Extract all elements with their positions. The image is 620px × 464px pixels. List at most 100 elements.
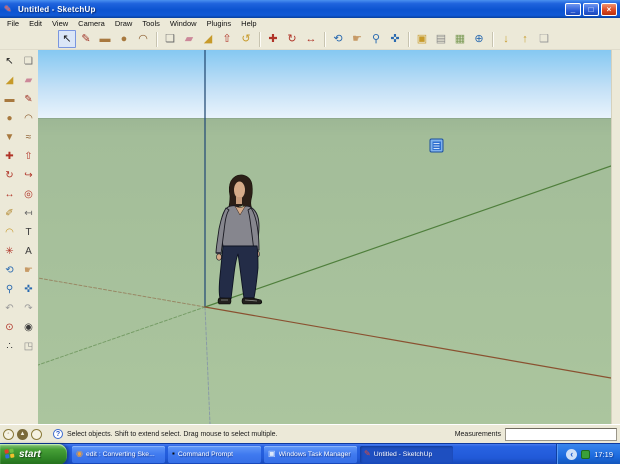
follow-me-tool[interactable]: ↪ [20,167,37,184]
move-tool[interactable]: ✚ [1,148,18,165]
component-box-tool[interactable]: ❑ [535,30,553,48]
task-untitled-sketchup[interactable]: ✎ Untitled - SketchUp [360,446,453,463]
minimize-button[interactable]: _ [565,3,581,16]
status-claim-icon[interactable] [31,429,42,440]
share-models-tool[interactable]: ↑ [516,30,534,48]
preview-google-earth-tool[interactable]: ⊕ [470,30,488,48]
status-attribution-icon[interactable]: ◦ [3,429,14,440]
get-models-tool[interactable]: ↓ [497,30,515,48]
select-tool[interactable]: ↖ [58,30,76,48]
desktop-screen: ✎ Untitled - SketchUp _ □ × FileEditView… [0,0,620,464]
push-pull-tool[interactable]: ⇧ [218,30,236,48]
status-geolocation-icon[interactable]: ▲ [17,429,28,440]
protractor-tool[interactable]: ◠ [1,224,18,241]
menu-item-edit[interactable]: Edit [24,18,47,29]
position-camera-tool[interactable]: ⊙ [1,319,18,336]
move-tool[interactable]: ✚ [264,30,282,48]
rectangle-tool[interactable]: ▬ [1,91,18,108]
viewport-canvas[interactable] [38,50,611,424]
menu-item-plugins[interactable]: Plugins [202,18,237,29]
help-icon[interactable]: ? [53,429,63,439]
section-plane-tool[interactable]: ◳ [20,338,37,355]
walk-tool[interactable]: ∴ [1,338,18,355]
menu-item-view[interactable]: View [47,18,73,29]
freehand-tool[interactable]: ≈ [20,129,37,146]
add-location-tool[interactable]: ▣ [413,30,431,48]
zoom-extents-tool[interactable]: ✜ [386,30,404,48]
task-label: Windows Task Manager [279,451,351,458]
previous-view-tool[interactable]: ↶ [1,300,18,317]
tray-app-icon[interactable] [581,450,590,459]
arc-tool[interactable]: ◠ [20,110,37,127]
menu-item-tools[interactable]: Tools [137,18,165,29]
palette-tool-icon: ◎ [24,189,33,200]
close-button[interactable]: × [601,3,617,16]
task-windows-task-manager[interactable]: ▣ Windows Task Manager [264,446,357,463]
palette-tool-icon: ▬ [5,94,15,105]
palette-tool-icon: A [25,246,32,257]
tool-icon: ⇧ [222,30,231,48]
task-edit-converting[interactable]: ◉ edit : Converting Ske... [72,446,165,463]
menu-item-help[interactable]: Help [236,18,261,29]
menu-item-camera[interactable]: Camera [73,18,110,29]
restore-button[interactable]: □ [583,3,599,16]
offset-tool[interactable]: ◎ [20,186,37,203]
model-viewport[interactable] [38,50,611,424]
3d-text-tool[interactable]: A [20,243,37,260]
dimension-tool[interactable]: ↤ [20,205,37,222]
window-controls: _ □ × [565,3,617,16]
rotate-tool[interactable]: ↻ [283,30,301,48]
pan-tool[interactable]: ☛ [20,262,37,279]
scale-tool[interactable]: ↔ [1,186,18,203]
axes-tool[interactable]: ✳ [1,243,18,260]
rotate-tool[interactable]: ↻ [1,167,18,184]
next-view-tool[interactable]: ↷ [20,300,37,317]
task-app-icon: ◉ [76,450,83,458]
pan-tool[interactable]: ☛ [348,30,366,48]
zoom-extents-tool[interactable]: ✜ [20,281,37,298]
paint-bucket-tool[interactable]: ◢ [199,30,217,48]
task-command-prompt[interactable]: ▪ Command Prompt [168,446,261,463]
menu-item-file[interactable]: File [2,18,24,29]
start-button[interactable]: start [0,444,67,464]
select-tool[interactable]: ↖ [1,53,18,70]
zoom-tool[interactable]: ⚲ [1,281,18,298]
paint-bucket-tool[interactable]: ◢ [1,72,18,89]
make-component-tool[interactable]: ❏ [20,53,37,70]
text-tool[interactable]: T [20,224,37,241]
menu-item-window[interactable]: Window [165,18,202,29]
circle-tool[interactable]: ● [115,30,133,48]
palette-tool-icon: ✜ [24,284,32,295]
measurements-input[interactable] [505,428,617,441]
hidden-icons-chevron[interactable]: ‹ [566,449,577,460]
scale-tool[interactable]: ↔ [302,30,320,48]
polygon-tool[interactable]: ▼ [1,129,18,146]
palette-tool-icon: ✳ [5,246,13,257]
photo-textures-tool[interactable]: ▦ [451,30,469,48]
toggle-terrain-tool[interactable]: ▤ [432,30,450,48]
line-tool[interactable]: ✎ [20,91,37,108]
title-bar[interactable]: ✎ Untitled - SketchUp _ □ × [0,0,620,18]
arc-tool[interactable]: ◠ [134,30,152,48]
rectangle-tool[interactable]: ▬ [96,30,114,48]
circle-tool[interactable]: ● [1,110,18,127]
menu-item-draw[interactable]: Draw [110,18,138,29]
tool-icon: ❑ [539,30,549,48]
orbit-tool[interactable]: ⟲ [329,30,347,48]
eraser-tool[interactable]: ▰ [20,72,37,89]
make-component-tool[interactable]: ❏ [161,30,179,48]
tape-measure-tool[interactable]: ✐ [1,205,18,222]
eraser-tool[interactable]: ▰ [180,30,198,48]
tool-icon: ▤ [436,30,446,48]
sky [38,50,611,119]
toolbar-separator [156,32,158,47]
follow-me-tool[interactable]: ↺ [237,30,255,48]
zoom-tool[interactable]: ⚲ [367,30,385,48]
line-tool[interactable]: ✎ [77,30,95,48]
palette-tool-icon: ↤ [24,208,32,219]
task-label: edit : Converting Ske... [86,451,155,458]
look-around-tool[interactable]: ◉ [20,319,37,336]
orbit-tool[interactable]: ⟲ [1,262,18,279]
component-icon[interactable] [430,139,443,152]
push-pull-tool[interactable]: ⇧ [20,148,37,165]
